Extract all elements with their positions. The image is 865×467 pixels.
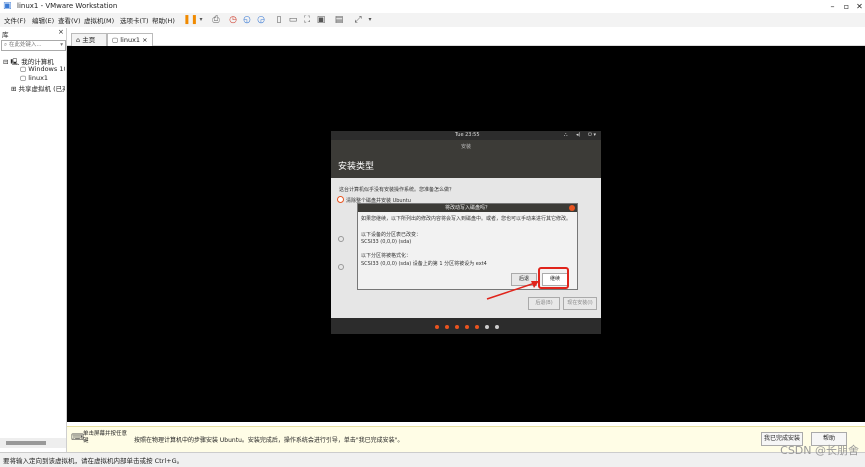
- menu-bar: 文件(F) 编辑(E) 查看(V) 虚拟机(M) 选项卡(T) 帮助(H) ❚❚…: [0, 13, 865, 27]
- progress-dot: [485, 325, 489, 329]
- library-scrollbar[interactable]: [0, 438, 66, 448]
- clock-text: Tue 23:55: [455, 132, 480, 138]
- library-close-icon[interactable]: ×: [58, 28, 64, 36]
- library-panel: 库 × ⌕ 在此处键入... ▾ ⊟ 🖳 我的计算机 ▢ Windows 10 …: [0, 28, 67, 452]
- installer-title: 安装类型: [338, 162, 375, 172]
- hint-message: 按照在物理计算机中的步骤安装 Ubuntu。安装完成后，操作系统会进行引导，单击…: [134, 437, 404, 444]
- hint-icon-text: 单击屏幕并按任意键: [83, 431, 128, 444]
- installer-subtitle: 安装: [460, 144, 471, 150]
- console-icon[interactable]: ▤: [333, 14, 345, 26]
- option-erase-radio[interactable]: [337, 196, 344, 203]
- library-view-icon[interactable]: ▯: [273, 14, 285, 26]
- vm-icon: ▢: [20, 65, 27, 73]
- dialog-format-detail: SCSI33 (0,0,0) (sda) 设备上的第 1 分区将被设为 ext4: [361, 261, 487, 267]
- dialog-title: 将改动写入磁盘吗？: [444, 205, 490, 211]
- option-radio[interactable]: [338, 236, 344, 242]
- minimize-button[interactable]: –: [826, 1, 839, 12]
- network-icon: ⛬: [564, 132, 568, 138]
- dialog-partition-header: 以下设备的分区表已改变：: [361, 232, 422, 238]
- progress-dot: [455, 325, 459, 329]
- tree-item-shared-vms[interactable]: ⊞ 共享虚拟机 (已弃: [11, 83, 65, 93]
- home-icon: ⌂: [76, 36, 81, 44]
- menu-tabs[interactable]: 选项卡(T): [120, 15, 149, 25]
- progress-dot: [465, 325, 469, 329]
- quick-switch-icon[interactable]: ▭: [287, 14, 299, 26]
- window-title: linux1 - VMware Workstation: [17, 2, 118, 10]
- tab-home[interactable]: ⌂ 主页 ×: [71, 33, 107, 56]
- install-now-button[interactable]: 现在安装(I): [563, 297, 597, 310]
- stretch-dropdown-icon[interactable]: ▾: [364, 14, 376, 26]
- library-search-placeholder: 在此处键入...: [8, 42, 42, 48]
- dialog-format-header: 以下分区将被格式化：: [361, 253, 412, 259]
- annotation-arrow-icon: [486, 281, 539, 300]
- menu-help[interactable]: 帮助(H): [152, 15, 175, 25]
- hint-bar: ⌨ 单击屏幕并按任意键 按照在物理计算机中的步骤安装 Ubuntu。安装完成后，…: [67, 426, 865, 453]
- option-radio[interactable]: [338, 264, 344, 270]
- tab-close-icon[interactable]: ×: [142, 36, 147, 44]
- dialog-titlebar: 将改动写入磁盘吗？: [358, 204, 577, 212]
- power-dropdown-icon[interactable]: ▾: [195, 14, 207, 26]
- close-button[interactable]: ✕: [853, 1, 865, 12]
- dialog-message: 如果您继续，以下所列出的修改内容将会写入到磁盘中。或者，您也可以手动来进行其它修…: [361, 216, 572, 222]
- library-search-input[interactable]: ⌕ 在此处键入... ▾: [1, 40, 66, 51]
- stretch-icon[interactable]: ⤢: [352, 14, 364, 26]
- tree-item-linux1[interactable]: ▢ linux1: [20, 74, 65, 82]
- revert-snapshot-icon[interactable]: ◵: [241, 14, 253, 26]
- progress-dot: [445, 325, 449, 329]
- menu-file[interactable]: 文件(F): [4, 15, 26, 25]
- volume-icon: ◂): [576, 132, 581, 138]
- search-icon: ⌕: [4, 42, 8, 48]
- menu-vm[interactable]: 虚拟机(M): [84, 15, 114, 25]
- collapse-icon[interactable]: ⊟: [3, 58, 8, 66]
- vm-icon: ▢: [112, 36, 119, 44]
- ubuntu-top-bar: Tue 23:55 ⛬ ◂) ⏻ ▾: [331, 131, 601, 140]
- send-keys-icon[interactable]: ⎙: [210, 14, 222, 26]
- dialog-close-icon[interactable]: [569, 205, 575, 211]
- vmware-logo-icon: ▣: [3, 1, 12, 11]
- installer-header: 安装 安装类型: [331, 140, 601, 178]
- computer-icon: 🖳: [10, 58, 20, 66]
- title-bar: ▣ linux1 - VMware Workstation – ▫ ✕: [0, 0, 865, 13]
- menu-edit[interactable]: 编辑(E): [32, 15, 54, 25]
- installer-question: 这台计算机似乎没有安装操作系统。您准备怎么做？: [339, 187, 455, 193]
- csdn-watermark: CSDN @长朋舍: [780, 444, 859, 457]
- search-dropdown-icon[interactable]: ▾: [60, 41, 63, 50]
- shared-vm-icon: ⊞: [11, 85, 17, 93]
- progress-dot: [475, 325, 479, 329]
- menu-view[interactable]: 查看(V): [58, 15, 81, 25]
- tree-item-windows10[interactable]: ▢ Windows 10: [20, 65, 65, 73]
- snapshot-icon[interactable]: ◷: [227, 14, 239, 26]
- status-bar: 要将输入定向到该虚拟机，请在虚拟机内部单击或按 Ctrl+G。: [0, 452, 865, 467]
- tab-linux1[interactable]: ▢ linux1 ×: [107, 33, 153, 46]
- power-icon: ⏻ ▾: [588, 132, 597, 138]
- status-text: 要将输入定向到该虚拟机，请在虚拟机内部单击或按 Ctrl+G。: [3, 457, 184, 465]
- pause-icon[interactable]: ❚❚: [183, 14, 198, 26]
- unity-icon[interactable]: ▣: [315, 14, 327, 26]
- maximize-button[interactable]: ▫: [840, 1, 853, 12]
- dialog-device: SCSI33 (0,0,0) (sda): [361, 239, 412, 245]
- vm-icon: ▢: [20, 74, 27, 82]
- progress-dot: [435, 325, 439, 329]
- tab-bar: ⌂ 主页 × ▢ linux1 ×: [67, 31, 865, 56]
- progress-dots: [331, 318, 601, 334]
- snapshot-manager-icon[interactable]: ◶: [255, 14, 267, 26]
- progress-dot: [495, 325, 499, 329]
- fullscreen-icon[interactable]: ⛶: [301, 14, 313, 26]
- scrollbar-thumb[interactable]: [6, 441, 46, 445]
